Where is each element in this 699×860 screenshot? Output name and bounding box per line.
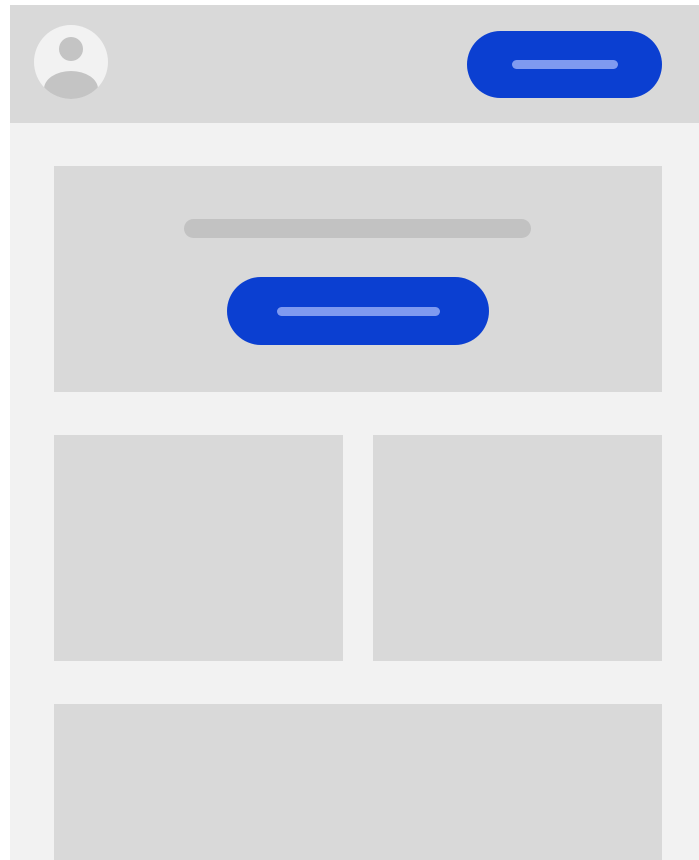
hero-cta-button[interactable] [227,277,489,345]
app-screen [10,5,699,860]
hero-headline [184,219,531,238]
content-tile-right [373,435,662,661]
hero-card [54,166,662,392]
hero-cta-label [276,306,440,316]
content-tile-left [54,435,343,661]
top-bar [10,5,699,123]
user-avatar-icon[interactable] [34,25,108,99]
avatar-body [44,71,98,99]
header-primary-button[interactable] [467,31,662,98]
avatar-head [59,37,83,61]
avatar-silhouette-icon [44,37,98,99]
content-tile-bottom [54,704,662,860]
header-button-label [511,60,618,69]
